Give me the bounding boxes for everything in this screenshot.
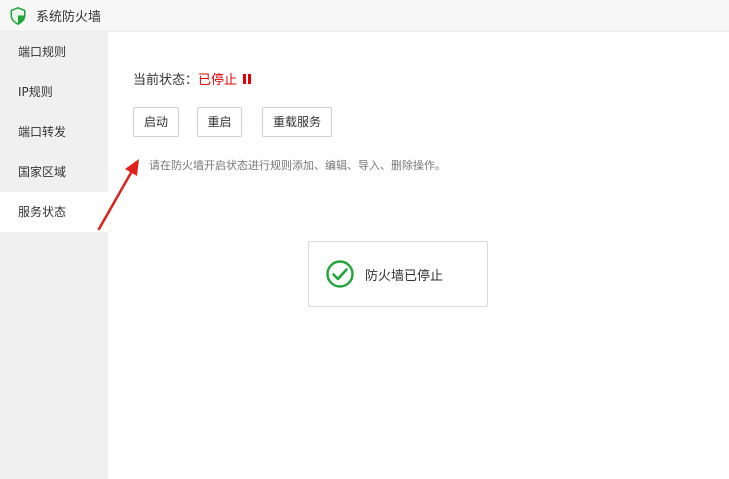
toast-notification: 防火墙已停止 xyxy=(308,241,488,307)
sidebar-item-port-forwarding[interactable]: 端口转发 xyxy=(0,112,108,152)
sidebar-item-label: 服务状态 xyxy=(18,205,67,219)
sidebar-item-label: IP规则 xyxy=(18,85,53,99)
check-circle-icon xyxy=(326,260,354,288)
title-bar: 系统防火墙 xyxy=(0,0,729,32)
restart-button[interactable]: 重启 xyxy=(197,107,242,137)
current-status: 当前状态： 已停止 xyxy=(133,69,252,88)
sidebar-item-country-region[interactable]: 国家区域 xyxy=(0,152,108,192)
main-panel: 当前状态： 已停止 启动 重启 重载服务 请在防火墙开启状态进行规则添加、编辑、… xyxy=(108,32,729,479)
reload-service-button[interactable]: 重载服务 xyxy=(262,107,332,137)
status-label: 当前状态： xyxy=(133,73,199,88)
sidebar-item-label: 国家区域 xyxy=(18,165,67,179)
sidebar-item-label: 端口转发 xyxy=(18,125,67,139)
hint-text: 请在防火墙开启状态进行规则添加、编辑、导入、删除操作。 xyxy=(149,159,446,172)
toast-message: 防火墙已停止 xyxy=(365,268,444,284)
sidebar-item-label: 端口规则 xyxy=(18,45,67,59)
sidebar: 端口规则 IP规则 端口转发 国家区域 服务状态 xyxy=(0,32,108,479)
start-button[interactable]: 启动 xyxy=(133,107,179,137)
sidebar-item-ip-rules[interactable]: IP规则 xyxy=(0,72,108,112)
pause-icon xyxy=(243,73,252,85)
sidebar-item-port-rules[interactable]: 端口规则 xyxy=(0,32,108,72)
window-title: 系统防火墙 xyxy=(36,10,102,25)
status-value: 已停止 xyxy=(198,73,238,88)
shield-icon xyxy=(10,6,26,25)
sidebar-item-service-status[interactable]: 服务状态 xyxy=(0,192,108,232)
